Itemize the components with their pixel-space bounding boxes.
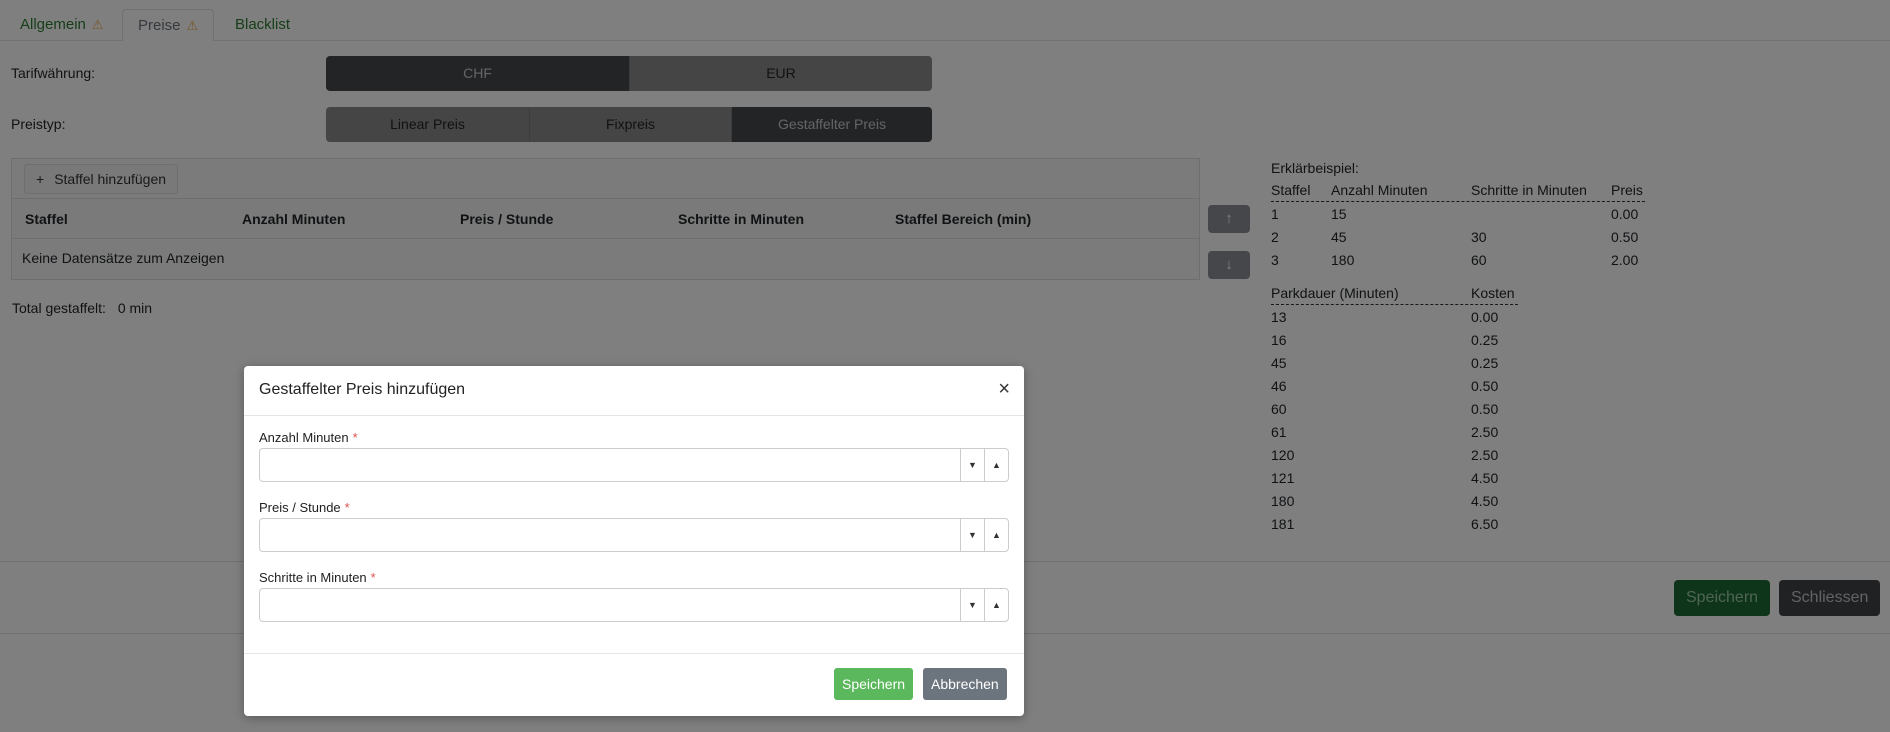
dialog-cancel-button[interactable]: Abbrechen — [923, 668, 1007, 700]
spin-up-icon[interactable]: ▲ — [984, 519, 1008, 551]
price-input[interactable] — [260, 519, 960, 551]
dialog-close-icon[interactable]: × — [998, 379, 1010, 399]
minutes-numeric-input: ▼ ▲ — [259, 448, 1009, 482]
minutes-label: Anzahl Minuten * — [259, 430, 358, 445]
required-marker: * — [344, 500, 350, 515]
steps-label: Schritte in Minuten * — [259, 570, 376, 585]
spin-down-icon[interactable]: ▼ — [960, 589, 984, 621]
price-label: Preis / Stunde * — [259, 500, 350, 515]
spin-down-icon[interactable]: ▼ — [960, 519, 984, 551]
spin-down-icon[interactable]: ▼ — [960, 449, 984, 481]
dialog-footer: Speichern Abbrechen — [244, 653, 1024, 716]
steps-numeric-input: ▼ ▲ — [259, 588, 1009, 622]
required-marker: * — [370, 570, 376, 585]
required-marker: * — [352, 430, 358, 445]
minutes-input[interactable] — [260, 449, 960, 481]
spin-up-icon[interactable]: ▲ — [984, 449, 1008, 481]
price-numeric-input: ▼ ▲ — [259, 518, 1009, 552]
steps-input[interactable] — [260, 589, 960, 621]
spin-up-icon[interactable]: ▲ — [984, 589, 1008, 621]
dialog-title: Gestaffelter Preis hinzufügen — [259, 381, 466, 398]
dialog-header: Gestaffelter Preis hinzufügen × — [244, 366, 1024, 416]
field-label-text: Preis / Stunde — [259, 500, 341, 515]
field-label-text: Schritte in Minuten — [259, 570, 367, 585]
field-label-text: Anzahl Minuten — [259, 430, 349, 445]
dialog-save-button[interactable]: Speichern — [834, 668, 914, 700]
add-tier-dialog: Gestaffelter Preis hinzufügen × Anzahl M… — [244, 366, 1024, 716]
